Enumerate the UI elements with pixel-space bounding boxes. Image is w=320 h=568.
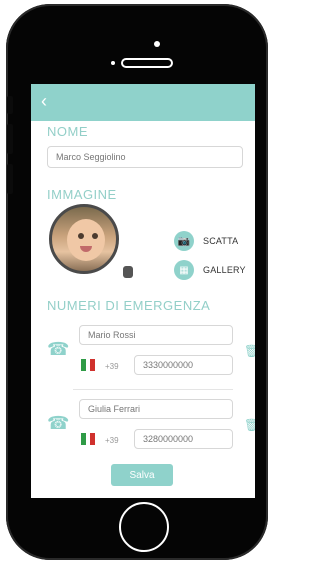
save-button[interactable]: Salva (111, 464, 173, 486)
gallery-label[interactable]: GALLERY (203, 265, 246, 275)
flag-icon[interactable] (81, 433, 96, 445)
camera-icon[interactable]: 📷 (174, 231, 194, 251)
contact-divider (73, 389, 233, 390)
contact-name-field[interactable]: Giulia Ferrari (79, 399, 233, 419)
section-emergency-title: NUMERI DI EMERGENZA (47, 298, 211, 313)
lock-icon (123, 266, 133, 278)
speaker (121, 58, 173, 68)
volume-up-button (7, 124, 13, 154)
avatar-eye-right (92, 233, 98, 239)
home-button (119, 502, 169, 552)
top-bar: ‹ (31, 84, 255, 121)
flag-icon[interactable] (81, 359, 96, 371)
country-prefix: +39 (105, 436, 119, 445)
gallery-icon[interactable]: ▦ (174, 260, 194, 280)
trash-icon[interactable]: 🗑 (244, 344, 255, 358)
sensor-dot (111, 61, 115, 65)
phone-add-icon[interactable]: ☎ (47, 413, 69, 434)
contact-name-field[interactable]: Mario Rossi (79, 325, 233, 345)
mute-switch (7, 96, 13, 114)
front-camera (154, 41, 160, 47)
avatar-face (67, 219, 105, 261)
take-photo-label[interactable]: SCATTA (203, 236, 238, 246)
app-screen: ‹ NOME Marco Seggiolino IMMAGINE 📷 SCATT… (31, 84, 255, 498)
volume-down-button (7, 164, 13, 194)
section-name-title: NOME (47, 124, 88, 139)
section-image-title: IMMAGINE (47, 187, 117, 202)
contact-phone-field[interactable]: 3280000000 (134, 429, 233, 449)
phone-add-icon[interactable]: ☎ (47, 339, 69, 360)
contact-phone-field[interactable]: 3330000000 (134, 355, 233, 375)
avatar (49, 204, 119, 274)
trash-icon[interactable]: 🗑 (244, 418, 255, 432)
country-prefix: +39 (105, 362, 119, 371)
back-arrow-icon[interactable]: ‹ (41, 92, 47, 110)
name-field[interactable]: Marco Seggiolino (47, 146, 243, 168)
avatar-eye-left (78, 233, 84, 239)
phone-frame: ‹ NOME Marco Seggiolino IMMAGINE 📷 SCATT… (6, 4, 268, 560)
